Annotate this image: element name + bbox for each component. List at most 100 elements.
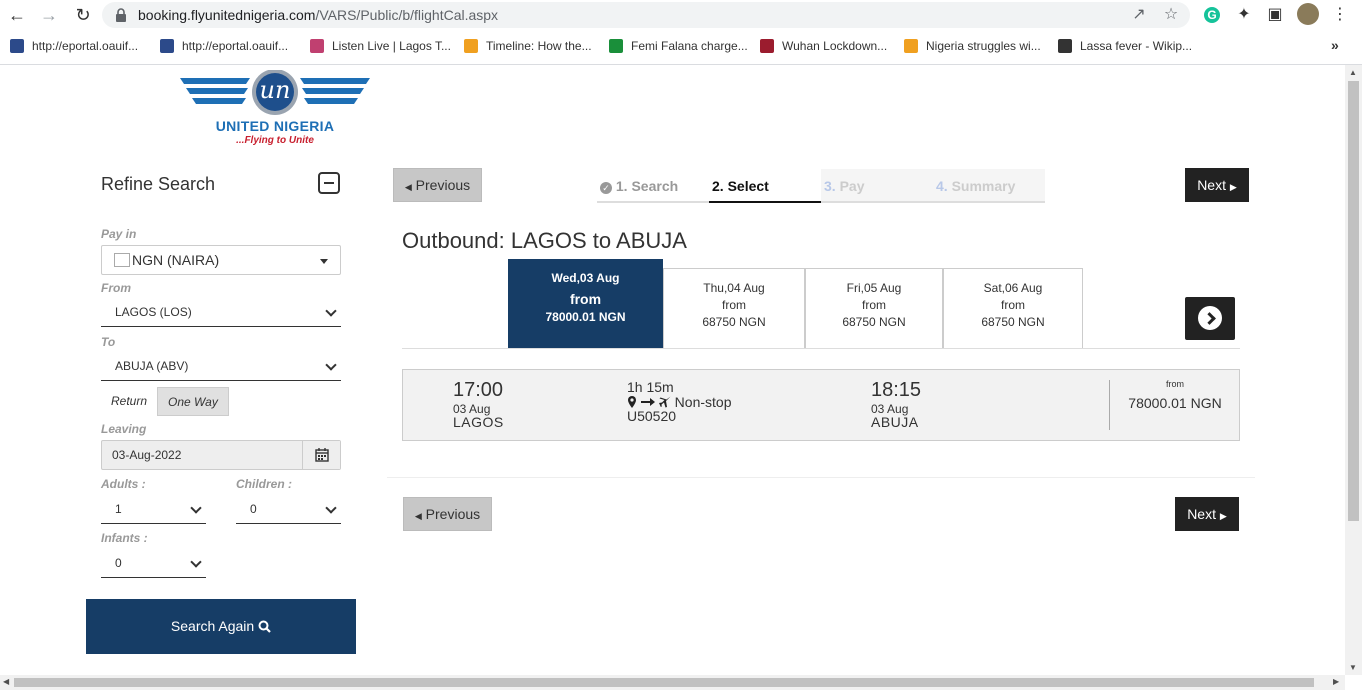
trip-oneway-option[interactable]: One Way (157, 387, 229, 416)
day-tab[interactable]: Thu,04 Aug from 68750 NGN (663, 268, 805, 348)
pay-in-value: NGN (NAIRA) (132, 252, 220, 268)
leaving-date-field[interactable]: 03-Aug-2022 (101, 440, 341, 470)
flight-option-row[interactable]: 17:00 03 Aug LAGOS 1h 15m Non-stop U5052… (402, 369, 1240, 441)
arrival-city: ABUJA (871, 414, 919, 430)
from-select[interactable]: LAGOS (LOS) (101, 297, 341, 327)
sidepanel-icon[interactable]: ▣ (1264, 4, 1286, 26)
flight-duration: 1h 15m (627, 379, 674, 395)
search-again-button[interactable]: Search Again (86, 599, 356, 654)
plane-icon (658, 396, 671, 408)
pay-in-label: Pay in (101, 227, 137, 241)
reload-icon[interactable]: ↻ (72, 4, 94, 26)
step-number: 3. (824, 178, 836, 194)
avatar[interactable] (1297, 3, 1319, 25)
address-bar[interactable]: booking.flyunitednigeria.com/VARS/Public… (102, 2, 1190, 28)
caret-down-icon (320, 259, 328, 264)
bookmark-favicon-icon (1058, 39, 1072, 53)
pay-in-select[interactable]: NGN (NAIRA) (101, 245, 341, 275)
horizontal-scroll-thumb[interactable] (14, 678, 1314, 687)
day-from: from (722, 298, 746, 312)
calendar-button[interactable] (302, 441, 340, 469)
day-price: 68750 NGN (981, 315, 1045, 329)
leaving-date-value: 03-Aug-2022 (112, 448, 182, 462)
stops-label: Non-stop (674, 394, 732, 410)
chevron-down-icon (325, 305, 337, 317)
horizontal-scrollbar[interactable]: ◀ ▶ (0, 675, 1345, 690)
day-date: Sat,06 Aug (983, 281, 1043, 295)
bookmark-item[interactable]: Wuhan Lockdown... (760, 38, 887, 54)
logo-name: UNITED NIGERIA (215, 118, 335, 134)
bookmark-item[interactable]: Nigeria struggles wi... (904, 38, 1041, 54)
step-label: Pay (839, 178, 865, 194)
from-label: From (101, 281, 131, 295)
trip-return-option[interactable]: Return (101, 387, 157, 416)
from-value: LAGOS (LOS) (115, 305, 192, 319)
scroll-left-arrow-icon[interactable]: ◀ (3, 677, 9, 686)
section-divider (387, 477, 1255, 478)
bookmark-favicon-icon (609, 39, 623, 53)
bookmark-item[interactable]: Femi Falana charge... (609, 38, 748, 54)
day-tab[interactable]: Fri,05 Aug from 68750 NGN (805, 268, 943, 348)
caret-left-icon: ◀ (414, 511, 422, 521)
scroll-right-arrow-icon[interactable]: ▶ (1333, 677, 1339, 686)
day-tab[interactable]: Sat,06 Aug from 68750 NGN (943, 268, 1083, 348)
next-button-top[interactable]: Next ▶ (1185, 168, 1249, 202)
previous-button-top[interactable]: ◀ Previous (393, 168, 482, 202)
share-icon[interactable]: ↗ (1130, 6, 1148, 24)
trip-type-toggle: Return One Way (101, 387, 229, 416)
bookmark-label: http://eportal.oauif... (32, 39, 139, 53)
children-label-text: Children (236, 477, 285, 491)
day-from: from (569, 291, 602, 307)
adults-select[interactable]: 1 (101, 494, 206, 524)
day-tab-selected[interactable]: Wed,03 Aug from 78000.01 NGN (508, 259, 663, 348)
next-button-bottom[interactable]: Next ▶ (1175, 497, 1239, 531)
step-number: 1. (615, 178, 628, 194)
back-arrow-icon[interactable]: ← (6, 4, 28, 26)
infants-label: Infants : (101, 531, 148, 545)
bookmarks-overflow-icon[interactable]: » (1331, 37, 1339, 53)
step-select[interactable]: 2. Select (709, 169, 821, 203)
bookmark-item[interactable]: Listen Live | Lagos T... (310, 38, 451, 54)
star-icon[interactable]: ☆ (1162, 6, 1180, 24)
infants-select[interactable]: 0 (101, 548, 206, 578)
puzzle-icon[interactable]: ✦ (1233, 4, 1255, 26)
grammarly-icon[interactable]: G (1204, 7, 1220, 23)
collapse-minus-icon[interactable] (318, 172, 340, 194)
bookmark-item[interactable]: Timeline: How the... (464, 38, 592, 54)
bookmark-label: Listen Live | Lagos T... (332, 39, 451, 53)
calendar-icon (315, 448, 329, 462)
bookmark-item[interactable]: Lassa fever - Wikip... (1058, 38, 1192, 54)
leaving-label: Leaving (101, 422, 147, 436)
check-circle-icon: ✓ (600, 182, 612, 194)
tabs-baseline (402, 348, 1240, 349)
vertical-scrollbar[interactable]: ▲ ▼ (1345, 65, 1362, 675)
bookmark-label: http://eportal.oauif... (182, 39, 289, 53)
logo[interactable]: un UNITED NIGERIA ...Flying to Unite (180, 69, 370, 150)
infants-value: 0 (115, 556, 122, 570)
step-number: 2. (712, 178, 724, 194)
logo-mark: un (259, 76, 291, 104)
adults-label: Adults : (101, 477, 146, 491)
next-days-button[interactable] (1185, 297, 1235, 340)
bookmark-item[interactable]: http://eportal.oauif... (10, 38, 138, 54)
children-select[interactable]: 0 (236, 494, 341, 524)
bookmark-favicon-icon (10, 39, 24, 53)
booking-steps: ✓ 1. Search 2. Select 3. Pay 4. Summary (597, 169, 1045, 203)
scroll-down-arrow-icon[interactable]: ▼ (1349, 663, 1357, 672)
to-select[interactable]: ABUJA (ABV) (101, 351, 341, 381)
children-label: Children : (236, 477, 293, 491)
bookmark-item[interactable]: http://eportal.oauif... (160, 38, 288, 54)
forward-arrow-icon[interactable]: → (38, 4, 60, 26)
previous-button-bottom[interactable]: ◀ Previous (403, 497, 492, 531)
kebab-menu-icon[interactable]: ⋮ (1329, 4, 1351, 26)
previous-label: Previous (425, 506, 481, 522)
to-label: To (101, 335, 116, 349)
price-from-label: from (1166, 379, 1184, 389)
vertical-scroll-thumb[interactable] (1348, 81, 1359, 521)
step-search[interactable]: ✓ 1. Search (597, 169, 709, 203)
caret-left-icon: ◀ (404, 182, 412, 192)
children-value: 0 (250, 502, 257, 516)
bookmark-favicon-icon (160, 39, 174, 53)
infants-label-text: Infants (101, 531, 141, 545)
scroll-up-arrow-icon[interactable]: ▲ (1349, 68, 1357, 77)
